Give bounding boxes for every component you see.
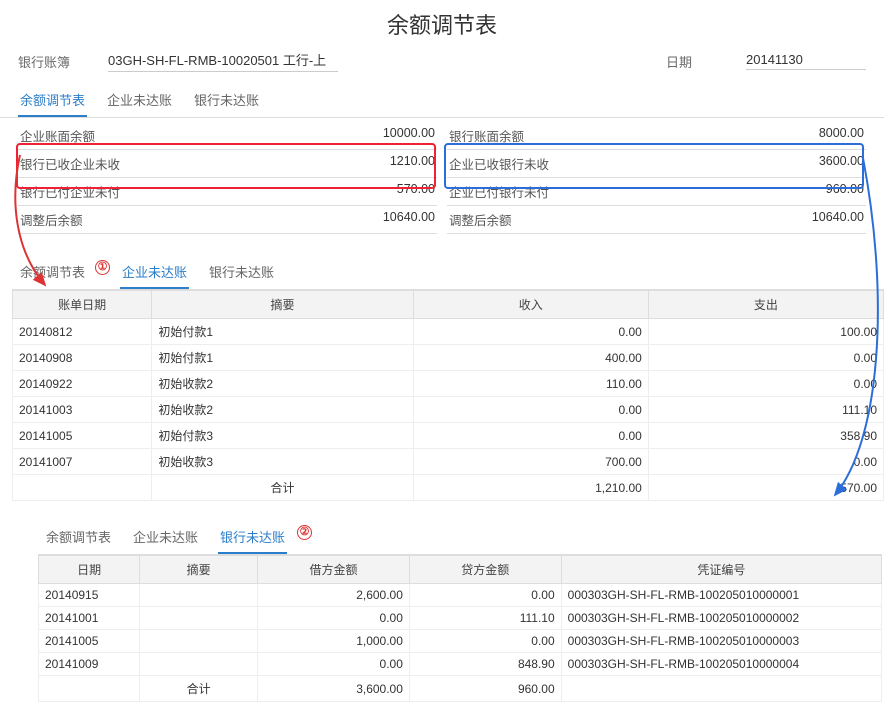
t2-total-label: 合计 (152, 475, 413, 501)
t3-h0: 日期 (39, 556, 140, 584)
rec-left-r2-label: 银行已付企业未付 (20, 182, 120, 201)
table-row[interactable]: 20141005初始付款30.00358.90 (13, 423, 884, 449)
rec-left-r3-val: 10640.00 (383, 210, 435, 229)
tabs-bottom: 余额调节表 企业未达账 银行未达账 ② (38, 517, 882, 555)
tabs-top: 余额调节表 企业未达账 银行未达账 (0, 80, 884, 118)
reconciliation-grid: 企业账面余额 10000.00 银行已收企业未收 1210.00 银行已付企业未付 5… (0, 118, 884, 234)
header-row: 银行账簿 03GH-SH-FL-RMB-10020501 工行-上 日期 201… (0, 46, 884, 80)
t2-total-out: 570.00 (648, 475, 883, 501)
t2-h0: 账单日期 (13, 291, 152, 319)
t3-h2: 借方金额 (258, 556, 410, 584)
table-row[interactable]: 20140908初始付款1400.000.00 (13, 345, 884, 371)
t3-total-cr: 960.00 (409, 676, 561, 702)
t3-total-dr: 3,600.00 (258, 676, 410, 702)
tab-enterprise-outstanding[interactable]: 企业未达账 (105, 84, 174, 117)
page-title: 余额调节表 (0, 0, 884, 46)
t2-h2: 收入 (413, 291, 648, 319)
date-value[interactable]: 20141130 (746, 52, 866, 70)
rec-col-right: 银行账面余额 8000.00 企业已收银行未收 3600.00 企业已付银行未付 96… (437, 122, 866, 234)
t3-h4: 凭证编号 (561, 556, 881, 584)
date-label: 日期 (666, 52, 726, 71)
tab3-bank-outstanding[interactable]: 银行未达账 (218, 521, 287, 554)
ledger-value[interactable]: 03GH-SH-FL-RMB-10020501 工行-上 (108, 50, 338, 72)
rec-left-r0-val: 10000.00 (383, 126, 435, 145)
t2-total-in: 1,210.00 (413, 475, 648, 501)
tab2-balance[interactable]: 余额调节表 (18, 256, 87, 289)
tab-balance[interactable]: 余额调节表 (18, 84, 87, 117)
tab3-balance[interactable]: 余额调节表 (44, 521, 113, 554)
table-row[interactable]: 201410010.00111.10000303GH-SH-FL-RMB-100… (39, 607, 882, 630)
rec-right-r0-val: 8000.00 (819, 126, 864, 145)
annotation-badge-1: ① (95, 260, 110, 275)
rec-left-r0-label: 企业账面余额 (20, 126, 95, 145)
tab3-enterprise-outstanding[interactable]: 企业未达账 (131, 521, 200, 554)
table-row[interactable]: 20140812初始付款10.00100.00 (13, 319, 884, 345)
bank-table: 日期 摘要 借方金额 贷方金额 凭证编号 201409152,600.000.0… (38, 555, 882, 702)
table-row[interactable]: 20141003初始收款20.00111.10 (13, 397, 884, 423)
rec-right-r0-label: 银行账面余额 (449, 126, 524, 145)
table-row[interactable]: 20140922初始收款2110.000.00 (13, 371, 884, 397)
t2-h3: 支出 (648, 291, 883, 319)
tab-bank-outstanding[interactable]: 银行未达账 (192, 84, 261, 117)
rec-right-r1-label: 企业已收银行未收 (449, 154, 549, 173)
rec-right-r3-label: 调整后余额 (449, 210, 512, 229)
table-row[interactable]: 201410090.00848.90000303GH-SH-FL-RMB-100… (39, 653, 882, 676)
enterprise-table: 账单日期 摘要 收入 支出 20140812初始付款10.00100.00201… (12, 290, 884, 501)
table-row[interactable]: 201410051,000.000.00000303GH-SH-FL-RMB-1… (39, 630, 882, 653)
section-enterprise: 余额调节表 ① 企业未达账 银行未达账 账单日期 摘要 收入 支出 201408… (0, 252, 884, 501)
table-row[interactable]: 20141007初始收款3700.000.00 (13, 449, 884, 475)
rec-right-r2-val: 960.00 (826, 182, 864, 201)
t3-total-label: 合计 (140, 676, 258, 702)
t2-h1: 摘要 (152, 291, 413, 319)
rec-col-left: 企业账面余额 10000.00 银行已收企业未收 1210.00 银行已付企业未付 5… (18, 122, 437, 234)
annotation-badge-2: ② (297, 525, 312, 540)
t3-h1: 摘要 (140, 556, 258, 584)
tab2-bank-outstanding[interactable]: 银行未达账 (207, 256, 276, 289)
rec-right-r1-val: 3600.00 (819, 154, 864, 173)
t3-h3: 贷方金额 (409, 556, 561, 584)
tabs-mid: 余额调节表 ① 企业未达账 银行未达账 (12, 252, 884, 290)
table-row[interactable]: 201409152,600.000.00000303GH-SH-FL-RMB-1… (39, 584, 882, 607)
section-bank: 余额调节表 企业未达账 银行未达账 ② 日期 摘要 借方金额 贷方金额 凭证编号… (0, 517, 884, 702)
rec-left-r3-label: 调整后余额 (20, 210, 83, 229)
tab2-enterprise-outstanding[interactable]: 企业未达账 (120, 256, 189, 289)
rec-left-r1-val: 1210.00 (390, 154, 435, 173)
rec-left-r1-label: 银行已收企业未收 (20, 154, 120, 173)
ledger-label: 银行账簿 (18, 52, 88, 71)
rec-right-r3-val: 10640.00 (812, 210, 864, 229)
rec-right-r2-label: 企业已付银行未付 (449, 182, 549, 201)
rec-left-r2-val: 570.00 (397, 182, 435, 201)
